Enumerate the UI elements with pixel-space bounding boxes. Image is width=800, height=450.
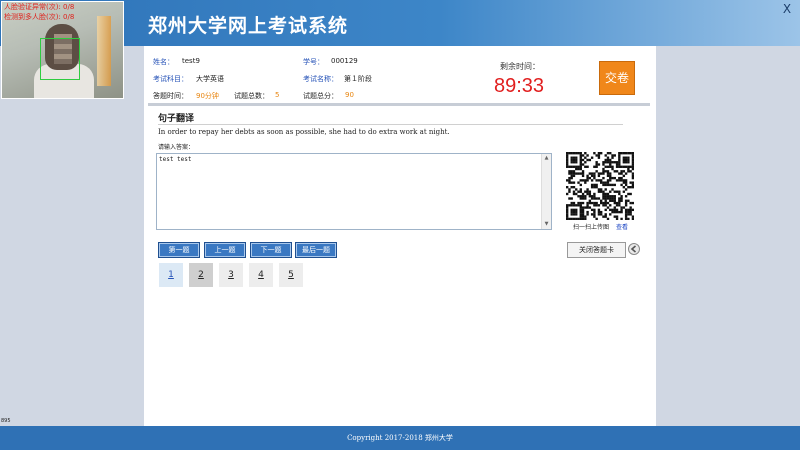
answer-text: test test — [159, 156, 192, 163]
back-arrow-icon[interactable] — [628, 243, 640, 255]
first-question-button[interactable]: 第一题 — [158, 242, 200, 258]
exam-name-label: 考试名称： — [303, 75, 338, 83]
face-verify-status: 人脸验证异常(次): 0/8 — [4, 3, 75, 11]
total-score-label: 试题总分： — [303, 92, 338, 100]
question-text: In order to repay her debts as soon as p… — [158, 128, 450, 136]
close-answer-card-button[interactable]: 关闭答题卡 — [567, 242, 626, 258]
scroll-down-icon[interactable]: ▼ — [542, 220, 551, 229]
upload-qr-code — [566, 152, 635, 221]
answer-textarea[interactable]: test test ▲ ▼ — [156, 153, 552, 230]
close-icon[interactable]: X — [780, 2, 794, 16]
question-section-title: 句子翻译 — [158, 114, 195, 124]
header-divider — [148, 103, 650, 106]
footer-bar: Copyright 2017-2018 郑州大学 — [0, 426, 800, 450]
answer-label: 请输入答案： — [158, 144, 195, 151]
question-number-3[interactable]: 3 — [219, 263, 243, 287]
section-divider — [158, 124, 623, 125]
total-score-value: 90 — [345, 91, 354, 99]
total-questions-label: 试题总数： — [234, 92, 269, 100]
timer-label: 剩余时间： — [500, 62, 540, 71]
name-label: 姓名： — [153, 58, 174, 66]
copyright-text: Copyright 2017-2018 郑州大学 — [347, 434, 453, 442]
last-question-button[interactable]: 最后一题 — [295, 242, 337, 258]
subject-label: 考试科目： — [153, 75, 188, 83]
submit-exam-button[interactable]: 交卷 — [599, 61, 635, 95]
student-id-value: 000129 — [331, 57, 358, 65]
question-number-4[interactable]: 4 — [249, 263, 273, 287]
duration-label: 答题时间： — [153, 92, 188, 100]
duration-value: 90分钟 — [196, 92, 219, 100]
system-title: 郑州大学网上考试系统 — [148, 15, 349, 37]
webcam-preview: 人脸验证异常(次): 0/8 检测到多人脸(次): 0/8 — [1, 1, 124, 99]
student-id-label: 学号： — [303, 58, 324, 66]
name-value: test9 — [182, 57, 200, 65]
multi-face-status: 检测到多人脸(次): 0/8 — [4, 13, 75, 21]
prev-question-button[interactable]: 上一题 — [204, 242, 246, 258]
exam-name-value: 第１阶段 — [344, 75, 372, 83]
exam-panel: 姓名： test9 学号： 000129 考试科目： 大学英语 考试名称： 第１… — [144, 46, 656, 426]
corner-code: 895 — [1, 418, 11, 424]
view-uploaded-link[interactable]: 查看 — [616, 222, 628, 231]
timer-value: 89:33 — [494, 75, 545, 97]
subject-value: 大学英语 — [196, 75, 224, 83]
question-number-1[interactable]: 1 — [159, 263, 183, 287]
total-questions-value: 5 — [275, 91, 280, 99]
scroll-up-icon[interactable]: ▲ — [542, 154, 551, 163]
qr-code-pattern — [566, 152, 635, 221]
webcam-background — [97, 16, 111, 86]
qr-caption: 扫一扫上传图 — [573, 224, 610, 231]
next-question-button[interactable]: 下一题 — [250, 242, 292, 258]
face-detection-box — [40, 38, 80, 80]
answer-scrollbar[interactable]: ▲ ▼ — [541, 154, 551, 229]
question-number-5[interactable]: 5 — [279, 263, 303, 287]
question-number-2[interactable]: 2 — [189, 263, 213, 287]
